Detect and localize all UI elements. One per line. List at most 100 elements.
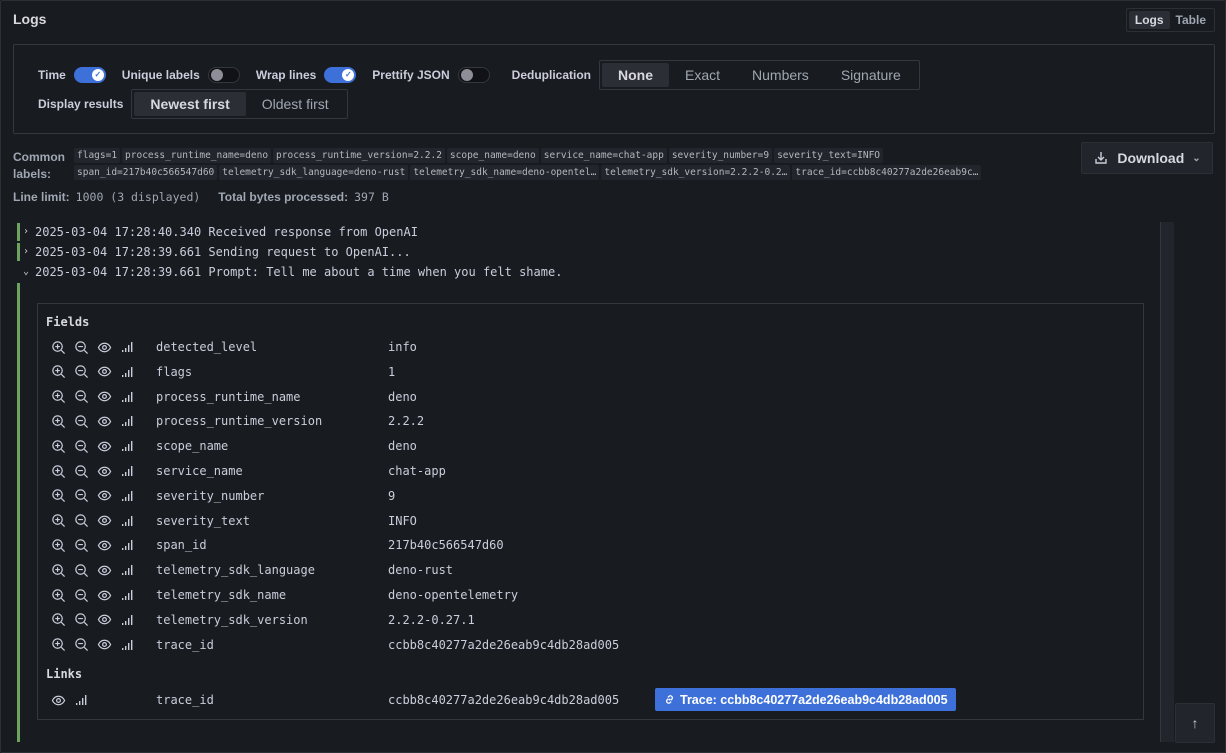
wrap-lines-label: Wrap lines [255,68,317,82]
time-switch[interactable]: ✓ [73,67,106,83]
stats-icon[interactable] [119,513,135,529]
common-label-chip: telemetry_sdk_name=deno-opentel… [410,165,600,180]
field-value: 1 [388,364,396,379]
log-details: Fields Links detected_level info flags 1 pro… [37,303,1144,720]
dedup-none[interactable]: None [602,63,669,87]
zoom-in-icon[interactable] [50,612,66,628]
zoom-in-icon[interactable] [50,488,66,504]
switch-knob [210,69,223,81]
zoom-in-icon[interactable] [50,389,66,405]
sort-newest-first[interactable]: Newest first [134,92,246,116]
zoom-out-icon[interactable] [73,562,89,578]
prettify-json-label: Prettify JSON [372,68,450,82]
log-row[interactable]: › 2025-03-04 17:28:40.340 Received respo… [15,222,1157,242]
eye-icon[interactable] [96,463,112,479]
zoom-out-icon[interactable] [73,339,89,355]
dedup-signature[interactable]: Signature [825,63,917,87]
field-row: severity_text INFO [50,511,417,531]
stats-icon[interactable] [119,537,135,553]
eye-icon[interactable] [96,339,112,355]
zoom-in-icon[interactable] [50,587,66,603]
zoom-out-icon[interactable] [73,537,89,553]
field-value: ccbb8c40277a2de26eab9c4db28ad005 [388,637,620,652]
eye-icon[interactable] [96,587,112,603]
stats-icon[interactable] [119,587,135,603]
stats-icon[interactable] [119,438,135,454]
scrollbar[interactable] [1160,222,1174,742]
unique-labels-switch[interactable] [207,67,240,83]
stats-icon[interactable] [73,692,89,708]
eye-icon[interactable] [96,413,112,429]
download-button[interactable]: Download ⌄ [1081,142,1213,174]
zoom-in-icon[interactable] [50,364,66,380]
zoom-out-icon[interactable] [73,438,89,454]
zoom-out-icon[interactable] [73,413,89,429]
zoom-in-icon[interactable] [50,339,66,355]
options-row-2: Display results Newest first Oldest firs… [38,89,348,119]
zoom-in-icon[interactable] [50,413,66,429]
link-row: trace_id ccbb8c40277a2de26eab9c4db28ad005… [50,688,956,711]
eye-icon[interactable] [96,438,112,454]
field-key: scope_name [156,439,229,454]
field-row: telemetry_sdk_language deno-rust [50,560,453,580]
zoom-in-icon[interactable] [50,438,66,454]
log-row-expanded[interactable]: ⌄ 2025-03-04 17:28:39.661 Prompt: Tell m… [15,262,1157,282]
zoom-out-icon[interactable] [73,389,89,405]
zoom-out-icon[interactable] [73,612,89,628]
zoom-in-icon[interactable] [50,537,66,553]
scroll-to-top-button[interactable]: ↑ [1175,703,1215,743]
stats-icon[interactable] [119,413,135,429]
trace-link-label: Trace: ccbb8c40277a2de26eab9c4db28ad005 [680,692,948,707]
field-row: detected_level info [50,337,417,357]
zoom-in-icon[interactable] [50,562,66,578]
zoom-in-icon[interactable] [50,513,66,529]
zoom-out-icon[interactable] [73,587,89,603]
stats-icon[interactable] [119,364,135,380]
log-options: Time ✓ Unique labels Wrap lines ✓ Pretti… [13,44,1215,134]
common-label-chip: flags=1 [74,148,121,163]
eye-icon[interactable] [96,562,112,578]
dedup-exact[interactable]: Exact [669,63,736,87]
log-row[interactable]: › 2025-03-04 17:28:39.661 Sending reques… [15,242,1157,262]
links-title: Links [46,667,83,681]
zoom-out-icon[interactable] [73,463,89,479]
wrap-lines-switch[interactable]: ✓ [324,67,357,83]
field-row: telemetry_sdk_version 2.2.2-0.27.1 [50,610,475,630]
stats-icon[interactable] [119,389,135,405]
stats-icon[interactable] [119,488,135,504]
eye-icon[interactable] [96,364,112,380]
stats-icon[interactable] [119,463,135,479]
zoom-in-icon[interactable] [50,463,66,479]
stats-icon[interactable] [119,612,135,628]
field-key: telemetry_sdk_language [156,563,315,578]
chevron-right-icon[interactable]: › [23,222,29,242]
eye-icon[interactable] [96,488,112,504]
view-tab-logs[interactable]: Logs [1128,11,1170,29]
dedup-numbers[interactable]: Numbers [736,63,825,87]
level-indicator [17,223,20,241]
check-icon: ✓ [342,69,355,81]
zoom-out-icon[interactable] [73,637,89,653]
zoom-out-icon[interactable] [73,364,89,380]
prettify-json-switch[interactable] [457,67,490,83]
stats-icon[interactable] [119,562,135,578]
eye-icon[interactable] [96,537,112,553]
stats-icon[interactable] [119,339,135,355]
chevron-down-icon[interactable]: ⌄ [23,262,29,282]
download-label: Download [1117,150,1185,166]
zoom-in-icon[interactable] [50,637,66,653]
view-tab-table[interactable]: Table [1170,11,1212,29]
eye-icon[interactable] [96,389,112,405]
stats-icon[interactable] [119,637,135,653]
zoom-out-icon[interactable] [73,488,89,504]
display-results-label: Display results [38,97,124,111]
sort-oldest-first[interactable]: Oldest first [246,92,345,116]
eye-icon[interactable] [96,612,112,628]
eye-icon[interactable] [96,637,112,653]
trace-link-button[interactable]: Trace: ccbb8c40277a2de26eab9c4db28ad005 [655,688,956,711]
chevron-right-icon[interactable]: › [23,242,29,262]
eye-icon[interactable] [50,692,66,708]
field-key: process_runtime_name [156,389,301,404]
zoom-out-icon[interactable] [73,513,89,529]
eye-icon[interactable] [96,513,112,529]
